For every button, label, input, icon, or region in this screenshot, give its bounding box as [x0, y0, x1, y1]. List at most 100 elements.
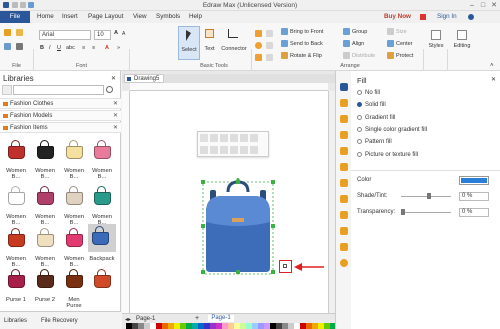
print-icon[interactable]: [16, 43, 23, 50]
fill-color-icon[interactable]: [240, 134, 248, 142]
library-shape[interactable]: [90, 267, 114, 291]
library-section-fashion-clothes[interactable]: Fashion Clothes ✕: [0, 98, 121, 109]
line-style-icon[interactable]: [230, 134, 238, 142]
add-page-icon[interactable]: +: [195, 315, 199, 322]
shape-style-icon[interactable]: [220, 134, 228, 142]
library-shape[interactable]: [62, 138, 86, 162]
shade-tint-thumb[interactable]: [427, 193, 431, 199]
help-panel-icon[interactable]: [340, 259, 348, 267]
fill-option[interactable]: Pattern fill: [357, 139, 392, 145]
radio-icon[interactable]: [357, 114, 362, 120]
rectangle-icon[interactable]: [255, 30, 262, 37]
protect-button[interactable]: Protect: [387, 52, 413, 59]
color-picker[interactable]: [459, 176, 489, 185]
shrink-font-icon[interactable]: A: [122, 31, 125, 37]
size-button[interactable]: Size: [387, 28, 407, 35]
bold-icon[interactable]: B: [40, 45, 44, 51]
close-fill-panel-icon[interactable]: ✕: [491, 76, 496, 83]
attachment-panel-icon[interactable]: [340, 227, 348, 235]
library-shape[interactable]: [4, 226, 28, 250]
fill-option[interactable]: No fill: [357, 90, 380, 96]
transparency-thumb[interactable]: [401, 209, 405, 215]
search-icon[interactable]: [106, 86, 113, 93]
strikethrough-icon[interactable]: abc: [66, 45, 75, 51]
new-icon[interactable]: [4, 29, 11, 36]
library-section-fashion-items[interactable]: Fashion Items ✕: [0, 122, 121, 133]
library-search-input[interactable]: [13, 85, 104, 95]
group-tool-icon[interactable]: [240, 146, 248, 154]
radio-icon[interactable]: [357, 139, 362, 145]
transparency-slider[interactable]: [401, 212, 451, 213]
save-file-icon[interactable]: [4, 43, 11, 50]
tab-file[interactable]: File: [0, 11, 30, 23]
fill-option[interactable]: Picture or texture fill: [357, 151, 418, 158]
editing-button[interactable]: Editing: [451, 30, 473, 49]
document-tab[interactable]: Drawing5: [124, 74, 164, 83]
library-shape[interactable]: [4, 138, 28, 162]
library-shape[interactable]: [33, 138, 57, 162]
library-section-fashion-models[interactable]: Fashion Models ✕: [0, 110, 121, 121]
tab-symbols[interactable]: Symbols: [156, 13, 180, 20]
shade-tint-value[interactable]: 0 %: [459, 192, 489, 201]
page-tab[interactable]: Page-1: [136, 316, 155, 322]
fill-option[interactable]: Solid fill: [357, 102, 386, 108]
open-icon[interactable]: [16, 29, 23, 36]
help-icon[interactable]: [468, 14, 474, 20]
rotate-flip-button[interactable]: Rotate & Flip: [281, 52, 322, 59]
library-shape[interactable]: [88, 224, 116, 252]
properties-panel-icon[interactable]: [340, 179, 348, 187]
tab-home[interactable]: Home: [37, 13, 54, 20]
action-icon[interactable]: [283, 264, 287, 268]
cart-icon[interactable]: [420, 14, 426, 20]
library-shape[interactable]: [90, 138, 114, 162]
library-shape[interactable]: [33, 267, 57, 291]
library-shape[interactable]: [62, 267, 86, 291]
library-shape[interactable]: [4, 184, 28, 208]
center-button[interactable]: Center: [387, 40, 413, 47]
radio-icon[interactable]: [357, 102, 362, 108]
footer-tab-file-recovery[interactable]: File Recovery: [41, 318, 78, 324]
drawing-page[interactable]: [130, 91, 328, 317]
select-button[interactable]: Select: [178, 26, 200, 60]
line-icon[interactable]: [266, 30, 273, 37]
close-section-icon[interactable]: ✕: [113, 123, 118, 133]
minimize-icon[interactable]: –: [467, 1, 477, 10]
page-nav-icon[interactable]: ◂▸: [125, 316, 131, 323]
bezier-icon[interactable]: [266, 54, 273, 61]
edit-icon[interactable]: [250, 134, 258, 142]
hyperlink-panel-icon[interactable]: [340, 195, 348, 203]
select-tool-icon[interactable]: [200, 134, 208, 142]
italic-icon[interactable]: I: [49, 45, 51, 51]
active-page-tab[interactable]: Page-1: [208, 315, 234, 322]
sign-in-link[interactable]: Sign In: [437, 13, 457, 20]
image-panel-icon[interactable]: [340, 131, 348, 139]
ellipse-icon[interactable]: [255, 42, 262, 49]
group-button[interactable]: Group: [343, 28, 367, 35]
library-shape[interactable]: [4, 267, 28, 291]
fill-option[interactable]: Gradient fill: [357, 114, 395, 121]
close-icon[interactable]: ✕: [489, 1, 499, 10]
text-button[interactable]: Text: [201, 26, 218, 60]
library-menu-icon[interactable]: [2, 85, 12, 95]
layer-panel-icon[interactable]: [340, 163, 348, 171]
library-shape[interactable]: [33, 226, 57, 250]
arc-icon[interactable]: [266, 42, 273, 49]
close-section-icon[interactable]: ✕: [113, 111, 118, 121]
distribute-button[interactable]: Distribute: [343, 52, 375, 59]
radio-icon[interactable]: [357, 126, 362, 132]
collapse-ribbon-icon[interactable]: ˄: [490, 63, 494, 69]
close-section-icon[interactable]: ✕: [113, 99, 118, 109]
library-shape[interactable]: [62, 226, 86, 250]
styles-button[interactable]: Styles: [427, 30, 445, 49]
history-panel-icon[interactable]: [340, 243, 348, 251]
fill-panel-icon[interactable]: [340, 83, 348, 91]
tab-page-layout[interactable]: Page Layout: [88, 13, 123, 20]
align-tool-icon[interactable]: [230, 146, 238, 154]
connect-icon[interactable]: [200, 146, 208, 154]
bullets-icon[interactable]: ≡: [82, 45, 85, 51]
connector-button[interactable]: Connector: [219, 26, 249, 60]
rotate-handle[interactable]: [236, 178, 240, 181]
backpack-shape[interactable]: [200, 178, 276, 276]
format-painter-icon[interactable]: [210, 134, 218, 142]
footer-tab-libraries[interactable]: Libraries: [4, 318, 27, 324]
